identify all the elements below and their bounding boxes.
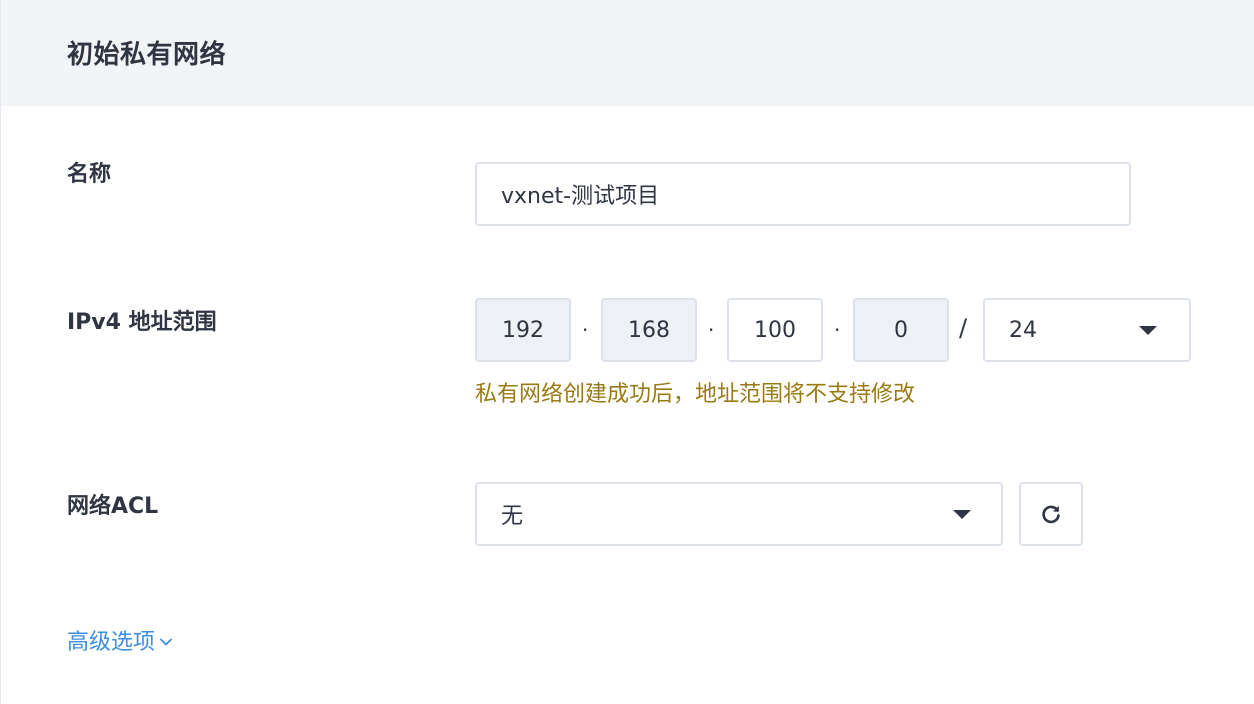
ip-dot-separator: · <box>582 318 589 342</box>
acl-select-value: 无 <box>501 504 524 529</box>
prefix-length-select[interactable]: 24 <box>983 298 1191 362</box>
chevron-down-icon <box>160 638 172 646</box>
refresh-icon <box>1042 505 1060 524</box>
ip-octet-4-value: 0 <box>894 317 908 343</box>
ipv4-label: IPv4 地址范围 <box>67 310 217 335</box>
panel-title: 初始私有网络 <box>67 40 227 70</box>
acl-refresh-button[interactable] <box>1019 482 1083 546</box>
vxnet-form-panel: 初始私有网络 名称 vxnet-测试项目 IPv4 地址范围 192 · 168… <box>0 0 1254 704</box>
advanced-options-toggle[interactable]: 高级选项 <box>67 624 174 656</box>
name-label: 名称 <box>67 162 112 187</box>
ip-octet-1: 192 <box>475 298 571 362</box>
name-input[interactable]: vxnet-测试项目 <box>475 162 1131 226</box>
ip-octet-3-value: 100 <box>754 317 796 343</box>
prefix-length-value: 24 <box>1009 317 1037 343</box>
acl-select[interactable]: 无 <box>475 482 1003 546</box>
ip-dot-separator: · <box>708 318 715 342</box>
ip-octet-4: 0 <box>853 298 949 362</box>
ip-octet-3-input[interactable]: 100 <box>727 298 823 362</box>
advanced-options-label: 高级选项 <box>67 630 156 655</box>
name-input-value: vxnet-测试项目 <box>501 184 660 209</box>
caret-down-icon <box>1139 326 1157 335</box>
ipv4-hint-text: 私有网络创建成功后，地址范围将不支持修改 <box>475 382 916 407</box>
panel-header: 初始私有网络 <box>1 0 1254 106</box>
ip-dot-separator: · <box>834 318 841 342</box>
ip-octet-2: 168 <box>601 298 697 362</box>
caret-down-icon <box>953 510 971 519</box>
ip-octet-2-value: 168 <box>628 317 670 343</box>
ip-prefix-slash: / <box>959 314 968 342</box>
acl-label: 网络ACL <box>67 494 159 519</box>
ip-octet-1-value: 192 <box>502 317 544 343</box>
